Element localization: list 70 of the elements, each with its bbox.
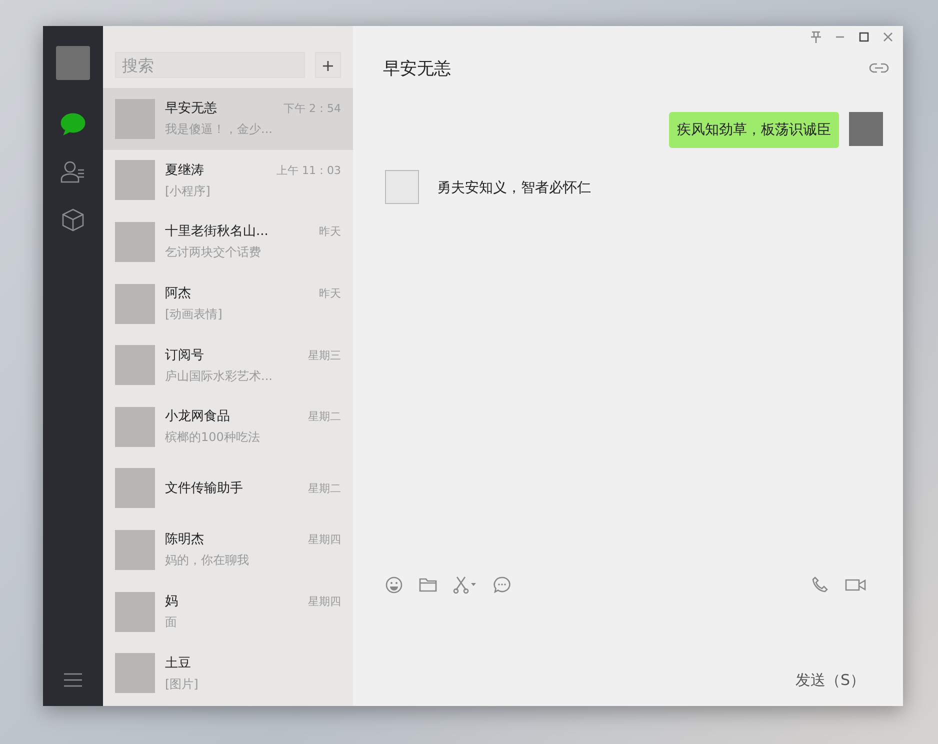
avatar-placeholder <box>115 653 155 694</box>
message-time: 昨天 <box>319 286 341 302</box>
search-field[interactable]: 搜索 <box>115 52 305 78</box>
phone-icon[interactable] <box>811 576 829 594</box>
contact-name: 十里老街秋名山... <box>165 223 268 240</box>
avatar-placeholder <box>115 345 155 386</box>
my-avatar <box>849 112 883 146</box>
avatar-placeholder <box>115 592 155 632</box>
chat-item[interactable]: 订阅号 星期三 庐山国际水彩艺术... <box>103 334 353 396</box>
avatar-placeholder <box>115 98 155 139</box>
chat-item[interactable]: 阿杰 昨天 [动画表情] <box>103 272 353 334</box>
menu-icon[interactable] <box>64 672 82 688</box>
chat-item[interactable]: 土豆 [图片] <box>103 642 353 704</box>
contact-name: 妈 <box>165 593 178 610</box>
close-icon[interactable] <box>881 30 895 44</box>
contact-name: 夏继涛 <box>165 162 204 179</box>
chat-item[interactable]: 妈 星期四 面 <box>103 580 353 642</box>
message-preview: 乞讨两块交个话费 <box>165 244 262 262</box>
message-text: 疾风知劲草，板荡识诚臣 <box>669 112 839 148</box>
message-time: 星期三 <box>308 348 341 363</box>
message-time: 昨天 <box>319 224 341 240</box>
message-preview: 我是傻逼！，金少... <box>165 121 274 138</box>
avatar-placeholder <box>115 222 155 262</box>
contacts-icon <box>60 160 86 184</box>
chat-item[interactable]: 早安无恙 下午 2：54 我是傻逼！，金少... <box>103 88 353 150</box>
add-button[interactable]: + <box>315 52 341 78</box>
chat-item[interactable]: 十里老街秋名山... 昨天 乞讨两块交个话费 <box>103 211 353 273</box>
chat-item[interactable]: 小龙网食品 星期二 槟榔的100种吃法 <box>103 396 353 458</box>
message-time: 星期二 <box>308 481 341 496</box>
message-input[interactable]: 发送（S） <box>353 602 903 706</box>
emoji-icon[interactable] <box>385 576 403 594</box>
maximize-icon[interactable] <box>857 30 871 44</box>
chat-item[interactable]: 夏继涛 上午 11：03 [小程序] <box>103 150 353 212</box>
avatar-placeholder <box>115 468 155 508</box>
message-preview: 妈的，你在聊我 <box>165 552 250 570</box>
message-time: 下午 2：54 <box>284 101 341 116</box>
message-preview: 庐山国际水彩艺术... <box>165 368 274 385</box>
contact-name: 小龙网食品 <box>165 408 230 426</box>
chat-bubble-icon[interactable] <box>493 576 511 594</box>
link-icon[interactable] <box>869 61 889 75</box>
contact-name: 早安无恙 <box>165 100 217 118</box>
box-icon <box>61 208 85 232</box>
contact-name: 陈明杰 <box>165 531 204 548</box>
scissors-icon[interactable] <box>453 576 477 594</box>
folder-icon[interactable] <box>419 576 437 594</box>
chat-icon <box>60 112 86 136</box>
pin-icon[interactable] <box>809 30 823 44</box>
chat-item[interactable]: 文件传输助手 星期二 <box>103 458 353 520</box>
contact-name: 阿杰 <box>165 285 191 302</box>
avatar-placeholder <box>115 160 155 200</box>
contact-name: 土豆 <box>165 654 191 672</box>
chat-item[interactable]: 陈明杰 星期四 妈的，你在聊我 <box>103 519 353 581</box>
avatar-placeholder <box>115 284 155 324</box>
message-preview: [动画表情] <box>165 306 224 324</box>
message-time: 星期四 <box>308 594 341 610</box>
message-preview: 槟榔的100种吃法 <box>165 429 261 446</box>
contact-name: 文件传输助手 <box>165 480 243 498</box>
message-time: 星期四 <box>308 532 341 548</box>
message-time: 星期二 <box>308 409 341 424</box>
message-text: 勇夫安知义，智者必怀仁 <box>436 179 592 198</box>
message-preview: 面 <box>165 614 178 632</box>
message-time: 上午 11：03 <box>276 162 341 178</box>
avatar-placeholder <box>115 530 155 570</box>
message-preview: [图片] <box>165 676 200 693</box>
send-button[interactable]: 发送（S） <box>787 667 873 694</box>
contact-avatar <box>385 170 419 204</box>
contact-name: 订阅号 <box>165 346 204 364</box>
message-preview: [小程序] <box>165 182 212 200</box>
avatar-placeholder <box>115 406 155 447</box>
chat-title: 早安无恙 <box>383 58 451 80</box>
